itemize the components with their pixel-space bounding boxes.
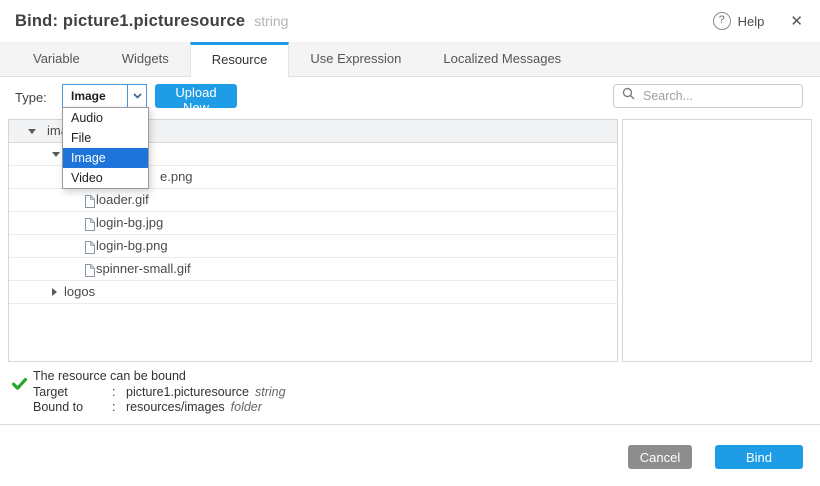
type-option-image[interactable]: Image	[63, 148, 148, 168]
help-icon[interactable]: ?	[713, 12, 731, 30]
title-type-badge: string	[254, 13, 288, 29]
resource-preview-panel	[622, 119, 812, 362]
tab-resource[interactable]: Resource	[190, 42, 290, 77]
file-icon	[84, 239, 95, 258]
close-icon[interactable]: ✕	[790, 12, 803, 30]
bound-to-value-type: folder	[231, 400, 262, 414]
status-message: The resource can be bound	[33, 369, 286, 385]
status-bound-to-row: Bound to:resources/imagesfolder	[33, 400, 286, 416]
tree-row-file[interactable]: loader.gif	[9, 189, 617, 212]
file-icon	[84, 193, 95, 212]
file-icon	[84, 216, 95, 235]
bind-dialog: Bind: picture1.picturesource string ? He…	[0, 0, 820, 486]
chevron-down-icon	[127, 85, 146, 107]
cancel-button[interactable]: Cancel	[628, 445, 692, 469]
tab-variable[interactable]: Variable	[12, 42, 101, 76]
tab-bar: Variable Widgets Resource Use Expression…	[0, 42, 820, 77]
help-link[interactable]: Help	[738, 14, 765, 29]
type-dropdown-list: Audio File Image Video	[62, 107, 149, 189]
page-title: Bind: picture1.picturesource	[15, 12, 245, 31]
dialog-titlebar: Bind: picture1.picturesource string ? He…	[0, 0, 820, 42]
target-value: picture1.picturesource	[126, 385, 249, 399]
dialog-footer: Cancel Bind	[0, 425, 820, 486]
tree-row-file[interactable]: spinner-small.gif	[9, 258, 617, 281]
status-lines: The resource can be bound Target:picture…	[33, 369, 286, 416]
upload-new-button[interactable]: Upload New	[155, 84, 237, 108]
tab-use-expression[interactable]: Use Expression	[289, 42, 422, 76]
search-icon	[622, 87, 635, 105]
type-select-value: Image	[63, 89, 127, 103]
caret-right-icon[interactable]	[52, 288, 57, 296]
file-icon	[84, 262, 95, 281]
titlebar-actions: ? Help ✕	[713, 12, 803, 30]
status-target-row: Target:picture1.picturesourcestring	[33, 385, 286, 401]
target-value-type: string	[255, 385, 286, 399]
tree-row-file[interactable]: login-bg.jpg	[9, 212, 617, 235]
type-option-video[interactable]: Video	[63, 168, 148, 188]
tree-row-logos-folder[interactable]: logos	[9, 281, 617, 304]
tree-row-file[interactable]: login-bg.png	[9, 235, 617, 258]
search-box[interactable]	[613, 84, 803, 108]
search-input[interactable]	[641, 88, 794, 104]
type-label: Type:	[15, 90, 47, 105]
tab-localized-messages[interactable]: Localized Messages	[422, 42, 582, 76]
type-option-file[interactable]: File	[63, 128, 148, 148]
bind-status: The resource can be bound Target:picture…	[12, 369, 286, 416]
type-option-audio[interactable]: Audio	[63, 108, 148, 128]
bind-button[interactable]: Bind	[715, 445, 803, 469]
caret-down-icon[interactable]	[28, 129, 36, 134]
bound-to-value: resources/images	[126, 400, 225, 414]
caret-down-icon[interactable]	[52, 152, 60, 157]
type-select[interactable]: Image	[62, 84, 147, 108]
tab-widgets[interactable]: Widgets	[101, 42, 190, 76]
success-check-icon	[12, 377, 27, 395]
